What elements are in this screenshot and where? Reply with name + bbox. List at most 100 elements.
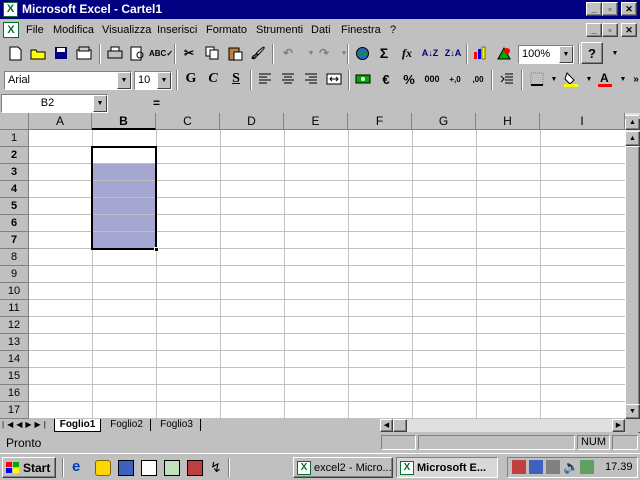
minimize-button[interactable]: _ (586, 2, 602, 16)
row-header-15[interactable]: 15 (0, 368, 29, 385)
desktop-icon[interactable] (118, 460, 134, 476)
decrease-decimal-icon[interactable]: ,00 (467, 68, 489, 90)
scroll-thumb[interactable] (393, 419, 407, 432)
function-wizard-icon[interactable]: fx (396, 42, 418, 64)
align-right-icon[interactable] (300, 68, 322, 90)
font-size-combo[interactable]: 10 ▼ (134, 71, 172, 90)
close-button[interactable]: ✕ (621, 2, 637, 16)
chart-wizard-icon[interactable] (470, 42, 492, 64)
quick-launch-icon[interactable]: ↯ (210, 459, 222, 476)
paste-icon[interactable] (224, 42, 246, 64)
font-name-combo[interactable]: Arial ▼ (4, 71, 132, 90)
tray-icon[interactable] (512, 460, 526, 474)
menu-help[interactable]: ? (390, 24, 396, 36)
tab-foglio1[interactable]: Foglio1 (54, 419, 101, 432)
column-header-h[interactable]: H (476, 113, 540, 130)
scroll-down-icon[interactable]: ▼ (625, 404, 640, 419)
tray-icon[interactable] (546, 460, 560, 474)
formula-equals-button[interactable]: = (110, 94, 165, 113)
spelling-icon[interactable]: ABC✓ (149, 42, 173, 64)
column-header-e[interactable]: E (284, 113, 348, 130)
menu-file[interactable]: File (26, 24, 44, 36)
volume-icon[interactable]: 🔈 (563, 459, 579, 475)
name-box[interactable]: B2 ▼ (1, 94, 108, 113)
autosum-icon[interactable]: Σ (373, 42, 395, 64)
column-header-d[interactable]: D (220, 113, 284, 130)
italic-button[interactable]: C (202, 68, 224, 90)
start-button[interactable]: Start (2, 457, 56, 478)
row-header-13[interactable]: 13 (0, 334, 29, 351)
column-header-c[interactable]: C (156, 113, 220, 130)
menu-formato[interactable]: Formato (206, 24, 247, 36)
doc-minimize-button[interactable]: _ (586, 23, 602, 37)
format-painter-icon[interactable]: 🖌 (247, 42, 269, 64)
menu-finestra[interactable]: Finestra (341, 24, 381, 36)
underline-button[interactable]: S (225, 68, 247, 90)
column-header-i[interactable]: I (540, 113, 625, 130)
tray-icon[interactable] (580, 460, 594, 474)
select-all-corner[interactable] (0, 113, 29, 130)
print-icon[interactable] (104, 42, 126, 64)
scroll-right-icon[interactable]: ▶ (612, 419, 625, 432)
row-header-5[interactable]: 5 (0, 198, 29, 215)
title-bar[interactable]: X Microsoft Excel - Cartel1 _ ▫ ✕ (0, 0, 640, 19)
menu-visualizza[interactable]: Visualizza (102, 24, 151, 36)
undo-icon[interactable]: ↶ (277, 42, 299, 64)
currency-format-icon[interactable] (352, 68, 374, 90)
row-header-6[interactable]: 6 (0, 215, 29, 232)
row-header-10[interactable]: 10 (0, 283, 29, 300)
doc-restore-button[interactable]: ▫ (602, 23, 618, 37)
new-icon[interactable] (4, 42, 26, 64)
vertical-scrollbar[interactable]: ▲ ▲ ▼ (625, 113, 640, 479)
cut-icon[interactable]: ✂ (178, 42, 200, 64)
zoom-combo[interactable]: 100% ▼ (518, 45, 574, 64)
excel-icon[interactable]: X (3, 2, 18, 17)
tab-foglio3[interactable]: Foglio3 (153, 419, 201, 431)
mail-icon[interactable] (73, 42, 95, 64)
row-header-3[interactable]: 3 (0, 164, 29, 181)
chevron-down-icon[interactable]: ▼ (117, 72, 131, 89)
maximize-button[interactable]: ▫ (602, 2, 618, 16)
toolbar-more-icon[interactable]: » (625, 68, 640, 90)
copy-icon[interactable] (201, 42, 223, 64)
worksheet-grid[interactable]: A B C D E F G H I 1 2 3 4 5 6 7 8 9 10 11 12 13 14 15 16 17 (0, 113, 625, 419)
increase-decimal-icon[interactable]: +,0 (444, 68, 466, 90)
align-center-icon[interactable] (277, 68, 299, 90)
menu-modifica[interactable]: Modifica (53, 24, 94, 36)
fill-handle[interactable] (154, 247, 159, 252)
internet-explorer-icon[interactable]: e (72, 459, 88, 476)
notepad-icon[interactable] (164, 460, 180, 476)
office-assistant-icon[interactable]: ? (581, 42, 603, 64)
chevron-down-icon[interactable]: ▼ (157, 72, 171, 89)
open-folder-icon[interactable] (27, 42, 49, 64)
scroll-left-icon[interactable]: ◀ (380, 419, 393, 432)
row-header-4[interactable]: 4 (0, 181, 29, 198)
explorer-icon[interactable] (141, 460, 157, 476)
save-icon[interactable] (50, 42, 72, 64)
column-header-a[interactable]: A (29, 113, 92, 130)
drawing-icon[interactable] (493, 42, 515, 64)
tab-foglio2[interactable]: Foglio2 (103, 419, 151, 431)
row-header-1[interactable]: 1 (0, 130, 29, 147)
column-header-b[interactable]: B (92, 113, 156, 130)
outlook-icon[interactable] (95, 460, 111, 476)
toolbar-more-icon[interactable]: ▼ (604, 42, 626, 64)
task-excel2[interactable]: X excel2 - Micro... (293, 457, 393, 478)
align-left-icon[interactable] (254, 68, 276, 90)
menu-inserisci[interactable]: Inserisci (157, 24, 197, 36)
formula-input[interactable] (166, 94, 640, 113)
bold-button[interactable]: G (180, 68, 202, 90)
row-header-14[interactable]: 14 (0, 351, 29, 368)
row-header-16[interactable]: 16 (0, 385, 29, 402)
row-header-9[interactable]: 9 (0, 266, 29, 283)
horizontal-scrollbar[interactable]: ◀ ▶ (380, 419, 625, 432)
print-preview-icon[interactable] (127, 42, 149, 64)
redo-icon[interactable]: ↷ (313, 42, 335, 64)
doc-close-button[interactable]: ✕ (621, 23, 637, 37)
indent-icon[interactable] (496, 68, 518, 90)
row-header-2[interactable]: 2 (0, 147, 29, 164)
menu-dati[interactable]: Dati (311, 24, 331, 36)
split-handle[interactable] (625, 116, 640, 119)
menu-strumenti[interactable]: Strumenti (256, 24, 303, 36)
media-icon[interactable] (187, 460, 203, 476)
